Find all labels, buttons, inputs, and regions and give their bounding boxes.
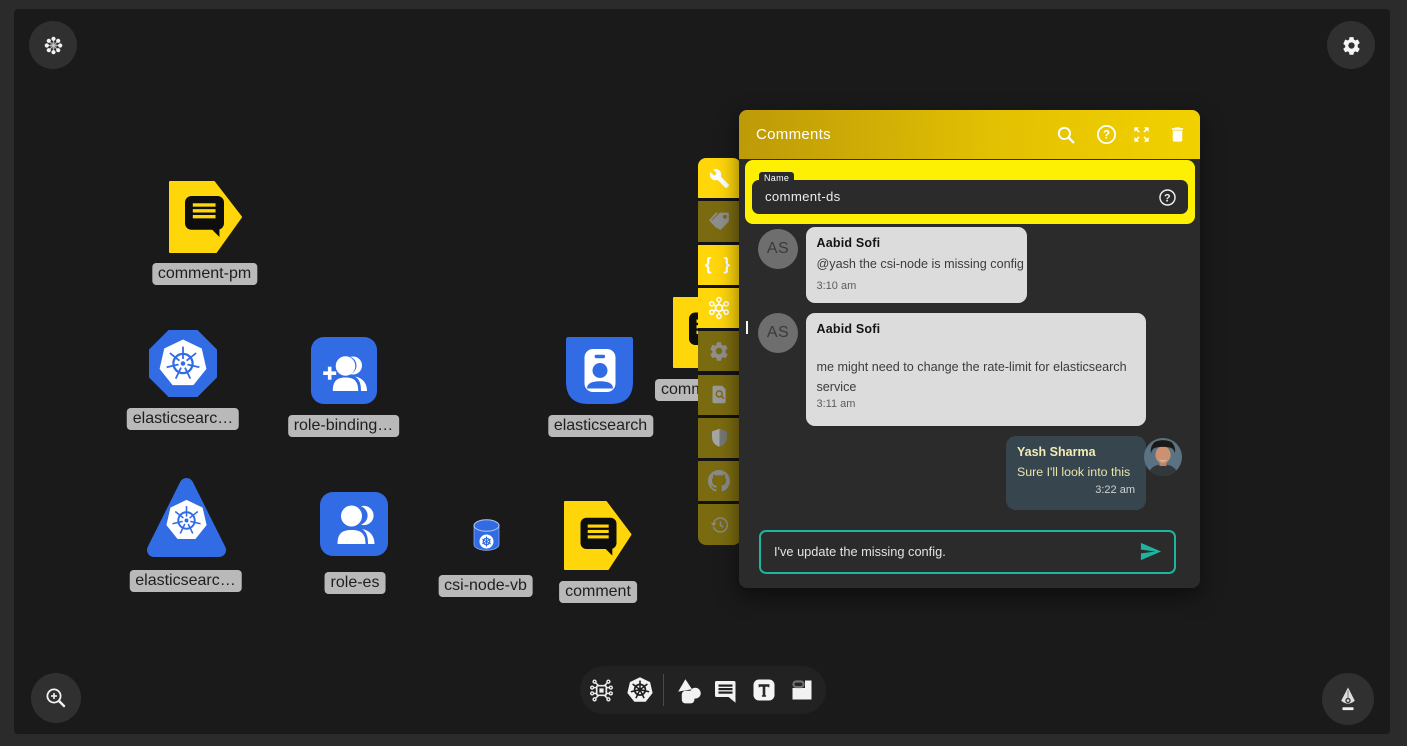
svg-text:?: ? [1102, 130, 1109, 142]
svg-text:?: ? [1164, 192, 1171, 204]
